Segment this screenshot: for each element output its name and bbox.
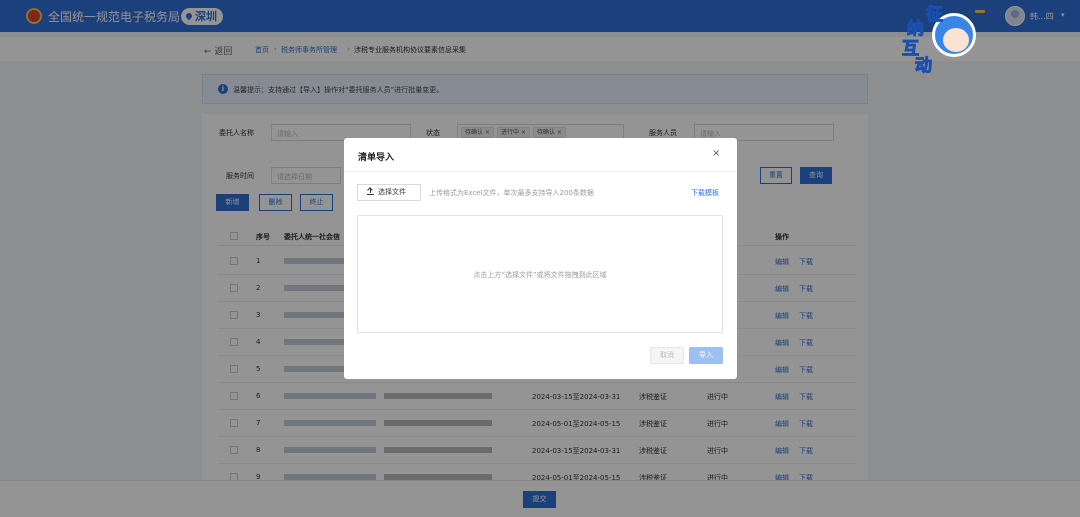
import-button[interactable]: 导入 xyxy=(689,347,723,364)
select-file-button[interactable]: 选择文件 xyxy=(357,184,421,201)
upload-icon xyxy=(367,188,374,195)
mascot-char: 征 xyxy=(926,5,944,26)
cancel-button[interactable]: 取消 xyxy=(650,347,684,364)
divider xyxy=(344,171,737,172)
file-drop-zone[interactable]: 点击上方“选择文件”或将文件拖拽到此区域 xyxy=(357,215,723,333)
drop-zone-text: 点击上方“选择文件”或将文件拖拽到此区域 xyxy=(473,271,607,279)
modal-title: 清单导入 xyxy=(358,153,395,163)
import-modal: 清单导入 × 选择文件 上传格式为Excel文件，单次最多支持导入200条数据 … xyxy=(344,138,737,379)
close-icon[interactable]: × xyxy=(712,148,720,159)
select-file-label: 选择文件 xyxy=(378,188,406,196)
download-template-link[interactable]: 下载模板 xyxy=(691,188,719,198)
upload-hint: 上传格式为Excel文件，单次最多支持导入200条数据 xyxy=(429,189,594,197)
mascot-badge[interactable]: 征 纳 互 动 xyxy=(902,3,980,77)
mascot-char: 动 xyxy=(915,56,933,77)
